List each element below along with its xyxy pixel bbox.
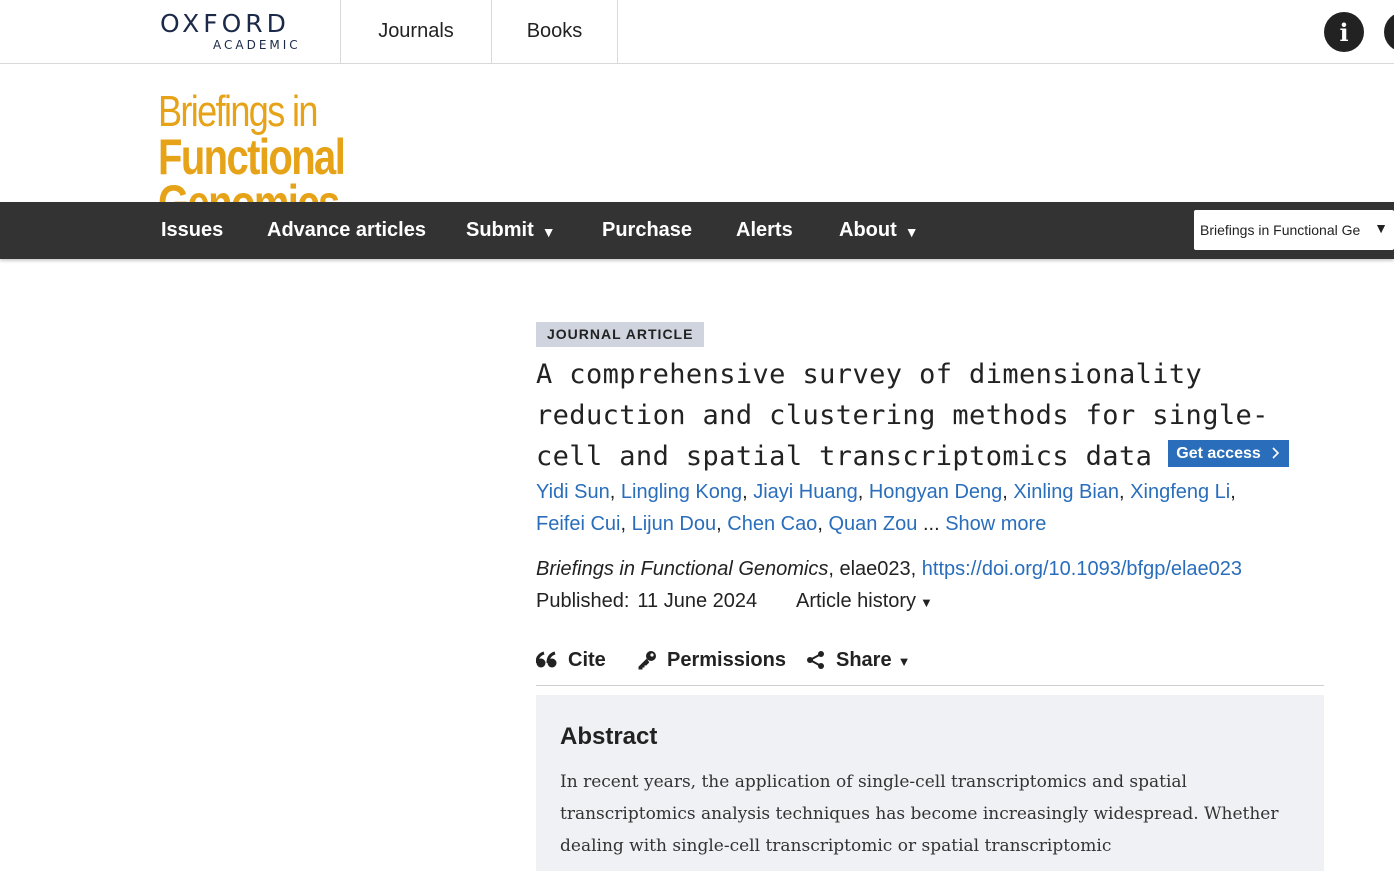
abstract-text: In recent years, the application of sing… [560, 772, 1279, 856]
caret-down-icon: ▼ [541, 224, 556, 240]
author-link[interactable]: Hongyan Deng [869, 481, 1002, 503]
show-more-authors-link[interactable]: Show more [945, 513, 1046, 535]
published-date: 11 June 2024 [637, 590, 758, 612]
article-history-label: Article history [796, 590, 917, 612]
nav-about[interactable]: About ▼ [839, 202, 919, 259]
info-icon[interactable]: i [1324, 12, 1364, 52]
nav-issues-label: Issues [161, 219, 224, 241]
share-label: Share [836, 648, 892, 671]
get-access-button[interactable]: Get access [1168, 440, 1290, 467]
author-link[interactable]: Chen Cao [727, 513, 817, 535]
caret-down-icon: ▼ [897, 653, 911, 669]
nav-purchase[interactable]: Purchase [602, 202, 692, 259]
author-link[interactable]: Xingfeng Li [1130, 481, 1230, 503]
journal-title-line1: Briefings in [158, 87, 318, 136]
doi-link[interactable]: https://doi.org/10.1093/bfgp/elae023 [922, 558, 1242, 580]
author-link[interactable]: Feifei Cui [536, 513, 620, 535]
nav-about-label: About [839, 219, 897, 241]
published-label: Published: [536, 590, 630, 612]
permissions-label: Permissions [667, 648, 786, 671]
permissions-button[interactable]: Permissions [637, 644, 786, 676]
article-type-badge: JOURNAL ARTICLE [536, 322, 705, 347]
author-link[interactable]: Quan Zou [828, 513, 917, 535]
author-link[interactable]: Yidi Sun [536, 481, 610, 503]
top-nav: Journals Books [340, 0, 618, 63]
author-link[interactable]: Lijun Dou [632, 513, 717, 535]
nav-alerts-label: Alerts [736, 219, 793, 241]
authors-ellipsis: ... [922, 513, 940, 535]
chevron-right-icon [1272, 447, 1280, 459]
cite-button[interactable]: Cite [536, 644, 606, 676]
article-actions-bar: Cite Permissions Share ▼ [536, 644, 1324, 686]
author-link[interactable]: Jiayi Huang [753, 481, 858, 503]
abstract-heading: Abstract [560, 723, 658, 750]
article-title-text: A comprehensive survey of dimensionality… [536, 359, 1269, 472]
published-info: Published: 11 June 2024 [536, 587, 757, 615]
oxford-academic-logo[interactable]: OXFORD ACADEMIC [160, 10, 308, 54]
user-icon[interactable] [1384, 12, 1394, 52]
citation-journal: Briefings in Functional Genomics [536, 558, 829, 580]
journal-select-value: Briefings in Functional Ge [1200, 222, 1361, 238]
nav-purchase-label: Purchase [602, 219, 693, 241]
logo-sub-text: ACADEMIC [213, 38, 301, 52]
caret-down-icon: ▼ [904, 224, 919, 240]
nav-advance-articles[interactable]: Advance articles [267, 202, 426, 259]
citation-article-id: elae023 [839, 558, 911, 580]
logo-main-text: OXFORD [160, 9, 290, 38]
author-link[interactable]: Lingling Kong [621, 481, 742, 503]
quote-icon [536, 651, 558, 669]
cite-label: Cite [568, 648, 606, 671]
author-link[interactable]: Xinling Bian [1013, 481, 1119, 503]
journal-select[interactable]: Briefings in Functional Ge ▼ [1194, 210, 1394, 250]
top-bar: OXFORD ACADEMIC Journals Books i [0, 0, 1394, 64]
nav-submit[interactable]: Submit ▼ [466, 202, 556, 259]
select-arrow-icon: ▼ [1374, 220, 1388, 236]
journal-nav-bar: Issues Advance articles Submit ▼ Purchas… [0, 202, 1394, 259]
get-access-label: Get access [1176, 445, 1261, 462]
caret-down-icon: ▼ [920, 595, 933, 610]
nav-journals[interactable]: Journals [340, 0, 491, 63]
share-button[interactable]: Share ▼ [806, 644, 910, 676]
key-icon [637, 650, 657, 670]
nav-advance-articles-label: Advance articles [267, 219, 426, 241]
nav-submit-label: Submit [466, 219, 534, 241]
citation-line: Briefings in Functional Genomics, elae02… [536, 558, 1243, 580]
author-list: Yidi Sun, Lingling Kong, Jiayi Huang, Ho… [536, 481, 1236, 535]
abstract-section: Abstract In recent years, the applicatio… [536, 695, 1324, 871]
nav-books[interactable]: Books [491, 0, 618, 63]
article-title: A comprehensive survey of dimensionality… [536, 354, 1326, 477]
nav-alerts[interactable]: Alerts [736, 202, 793, 259]
share-icon [806, 650, 826, 670]
article-history-toggle[interactable]: Article history ▼ [796, 587, 933, 617]
nav-issues[interactable]: Issues [161, 202, 223, 259]
